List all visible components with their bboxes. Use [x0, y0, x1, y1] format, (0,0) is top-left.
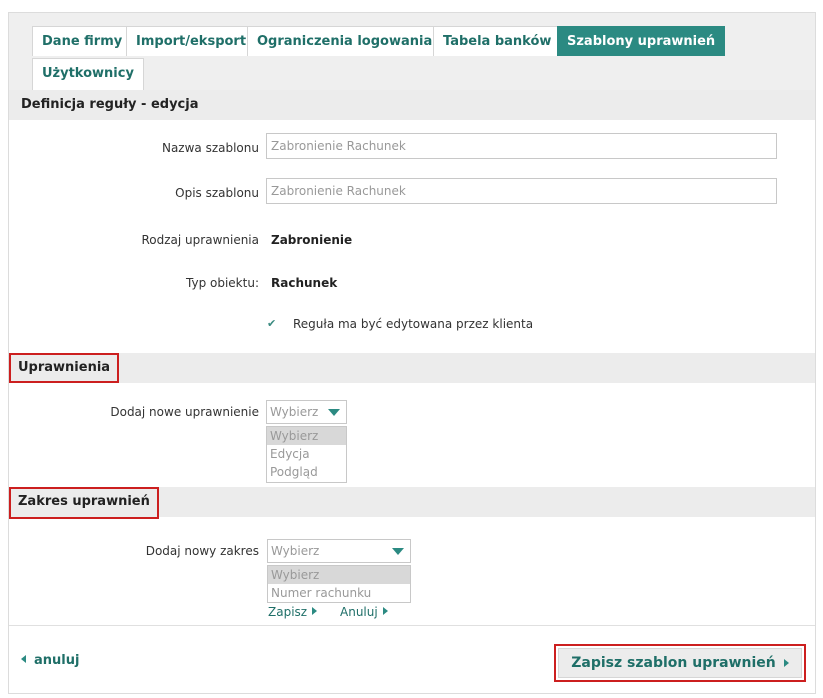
save-template-button-highlight: Zapisz szablon uprawnień	[554, 644, 806, 682]
chevron-down-icon	[328, 409, 340, 416]
arrow-right-icon	[312, 607, 318, 615]
template-name-input[interactable]: Zabronienie Rachunek	[266, 133, 777, 159]
permissions-section-header: Uprawnienia	[9, 353, 815, 383]
editable-checkbox[interactable]: ✔	[267, 318, 279, 330]
scope-section-title: Zakres uprawnień	[9, 487, 159, 519]
scope-save-link[interactable]: Zapisz	[268, 605, 318, 619]
tab-dane-firmy[interactable]: Dane firmy	[32, 26, 133, 56]
scope-section-header: Zakres uprawnień	[9, 487, 815, 519]
permission-option[interactable]: Wybierz	[267, 427, 346, 445]
arrow-left-icon	[21, 655, 26, 663]
tab-tabela-bankow[interactable]: Tabela banków	[433, 26, 562, 56]
arrow-right-icon	[382, 607, 388, 615]
save-template-label: Zapisz szablon uprawnień	[571, 655, 776, 671]
add-scope-label: Dodaj nowy zakres	[145, 544, 259, 558]
scope-save-label: Zapisz	[268, 605, 308, 619]
add-permission-label: Dodaj nowe uprawnienie	[110, 405, 259, 419]
permission-options-list: Wybierz Edycja Podgląd	[266, 426, 347, 483]
object-type-value: Rachunek	[271, 276, 338, 290]
permission-type-value: Zabronienie	[271, 233, 353, 247]
check-icon: ✔	[267, 317, 277, 330]
tab-uzytkownicy[interactable]: Użytkownicy	[32, 58, 144, 90]
scope-options-list: Wybierz Numer rachunku	[267, 565, 411, 603]
rule-section-header: Definicja reguły - edycja	[9, 90, 815, 120]
object-type-label: Typ obiektu:	[186, 276, 259, 290]
divider	[9, 625, 815, 626]
cancel-link[interactable]: anuluj	[21, 653, 79, 668]
permission-option[interactable]: Podgląd	[267, 463, 346, 481]
scope-cancel-label: Anuluj	[340, 605, 378, 619]
add-permission-select[interactable]: Wybierz	[266, 400, 347, 424]
scope-option[interactable]: Numer rachunku	[268, 584, 410, 602]
tab-bar: Dane firmy Import/eksport Ograniczenia l…	[9, 13, 815, 90]
arrow-right-icon	[783, 659, 789, 667]
save-template-button[interactable]: Zapisz szablon uprawnień	[558, 648, 802, 678]
template-desc-label: Opis szablonu	[175, 186, 259, 200]
scope-option[interactable]: Wybierz	[268, 566, 410, 584]
select-value: Wybierz	[271, 544, 320, 558]
permission-option[interactable]: Edycja	[267, 445, 346, 463]
permission-type-label: Rodzaj uprawnienia	[141, 233, 260, 247]
tab-import-eksport[interactable]: Import/eksport	[126, 26, 257, 56]
template-desc-input[interactable]: Zabronienie Rachunek	[266, 178, 777, 204]
main-panel: Dane firmy Import/eksport Ograniczenia l…	[8, 12, 816, 694]
template-name-label: Nazwa szablonu	[161, 141, 259, 155]
permissions-section-title: Uprawnienia	[9, 353, 120, 383]
editable-checkbox-label: Reguła ma być edytowana przez klienta	[293, 317, 534, 331]
chevron-down-icon	[392, 548, 404, 555]
cancel-label: anuluj	[34, 653, 80, 668]
select-value: Wybierz	[270, 405, 319, 419]
section-title: Definicja reguły - edycja	[21, 97, 199, 112]
add-scope-select[interactable]: Wybierz	[267, 539, 411, 563]
scope-cancel-link[interactable]: Anuluj	[340, 605, 388, 619]
tab-szablony-uprawnien[interactable]: Szablony uprawnień	[557, 26, 726, 56]
tab-ograniczenia-logowania[interactable]: Ograniczenia logowania	[247, 26, 443, 56]
